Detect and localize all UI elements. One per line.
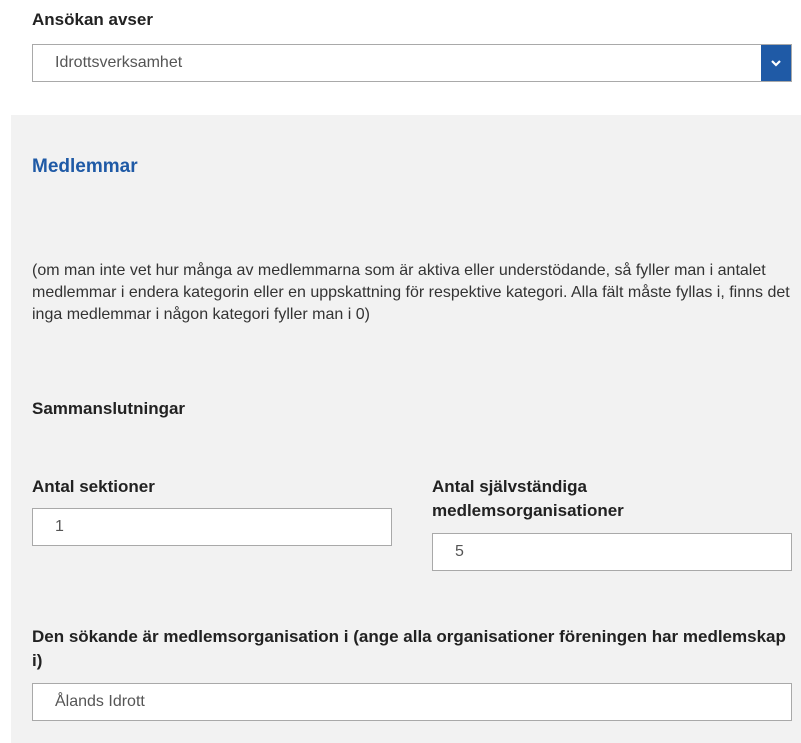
member-orgs-count-input[interactable]: 5 [432,533,792,571]
membership-input[interactable]: Ålands Idrott [32,683,792,721]
chevron-down-icon [771,60,781,67]
section-title: Medlemmar [32,156,138,177]
membership-label: Den sökande är medlemsorganisation i (an… [32,627,786,670]
application-type-select[interactable]: Idrottsverksamhet [32,44,792,82]
sections-count-label: Antal sektioner [32,477,155,496]
application-type-label: Ansökan avser [32,10,153,29]
group-label: Sammanslutningar [32,399,186,418]
member-orgs-count-label: Antal självständiga medlemsorganisatione… [432,477,624,520]
info-text: (om man inte vet hur många av medlemmarn… [32,262,790,323]
sections-count-input[interactable]: 1 [32,508,392,546]
application-type-value: Idrottsverksamhet [55,54,183,71]
select-toggle-button[interactable] [761,45,791,81]
